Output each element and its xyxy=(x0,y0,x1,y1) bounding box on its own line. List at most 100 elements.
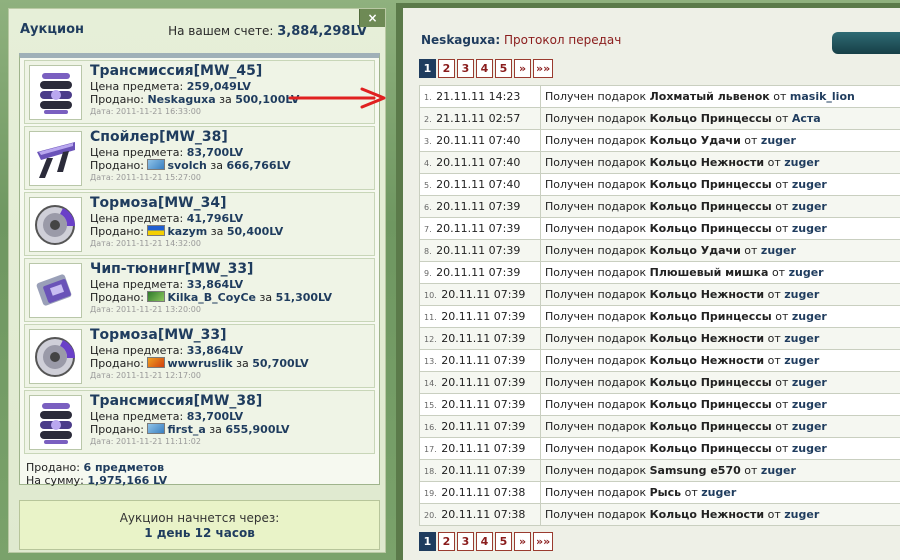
sender-link[interactable]: zuger xyxy=(784,288,819,301)
page-link[interactable]: 1 xyxy=(419,59,436,78)
received-label: Получен подарок xyxy=(545,134,647,147)
gift-name: Кольцо Принцессы xyxy=(649,376,772,389)
received-label: Получен подарок xyxy=(545,156,647,169)
from-label: от xyxy=(744,134,758,147)
page-link[interactable]: » xyxy=(514,532,531,551)
transfer-table: 1. 21.11.11 14:23 Получен подарок Лохматы… xyxy=(419,85,900,526)
page-link[interactable]: 5 xyxy=(495,59,512,78)
balance-value: 3,884,298LV xyxy=(277,24,367,39)
lot-name[interactable]: Тормоза[MW_33] xyxy=(90,327,309,344)
page-link[interactable]: 5 xyxy=(495,532,512,551)
lot-for-label: за xyxy=(210,225,224,238)
sender-link[interactable]: zuger xyxy=(701,486,736,499)
transmission-icon[interactable] xyxy=(29,65,82,120)
lot-name[interactable]: Спойлер[MW_38] xyxy=(90,129,291,146)
lot-price-label: Цена предмета: xyxy=(90,410,184,423)
gift-name: Кольцо Нежности xyxy=(649,354,765,367)
page-link[interactable]: 1 xyxy=(419,532,436,551)
lot-buyer-link[interactable]: Kilka_B_CoyCe xyxy=(167,291,256,304)
lot-buyer-link[interactable]: Neskaguxa xyxy=(147,93,215,106)
sender-link[interactable]: zuger xyxy=(792,310,827,323)
sender-link[interactable]: zuger xyxy=(761,134,796,147)
lot-name[interactable]: Трансмиссия[MW_45] xyxy=(90,63,299,80)
chip-icon[interactable] xyxy=(29,263,82,318)
gift-name: Лохматый львенок xyxy=(649,90,770,103)
page-link[interactable]: 3 xyxy=(457,59,474,78)
lot-item[interactable]: Чип-тюнинг[MW_33] Цена предмета: 33,864LV… xyxy=(24,258,375,322)
sender-link[interactable]: zuger xyxy=(784,332,819,345)
lot-price-label: Цена предмета: xyxy=(90,344,184,357)
gift-name: Кольцо Удачи xyxy=(649,244,741,257)
lot-item[interactable]: Спойлер[MW_38] Цена предмета: 83,700LV Про… xyxy=(24,126,375,190)
lot-sold-row: Продано: svolch за 666,766LV xyxy=(90,159,291,172)
page-link[interactable]: » xyxy=(514,59,531,78)
page-link[interactable]: »» xyxy=(533,532,554,551)
brakes-icon[interactable] xyxy=(29,197,82,252)
auction-start-value: 1 день 12 часов xyxy=(144,526,255,540)
sender-link[interactable]: zuger xyxy=(784,354,819,367)
brakes-icon[interactable] xyxy=(29,329,82,384)
transmission-icon[interactable] xyxy=(29,395,82,450)
sender-link[interactable]: zuger xyxy=(761,244,796,257)
lot-buyer-link[interactable]: first_a xyxy=(167,423,205,436)
gift-name: Плюшевый мишка xyxy=(649,266,769,279)
lot-name[interactable]: Трансмиссия[MW_38] xyxy=(90,393,289,410)
sender-link[interactable]: zuger xyxy=(792,442,827,455)
table-row: 1. 21.11.11 14:23 Получен подарок Лохматы… xyxy=(419,85,900,108)
sender-link[interactable]: zuger xyxy=(784,156,819,169)
from-label: от xyxy=(775,200,789,213)
lot-item[interactable]: Тормоза[MW_34] Цена предмета: 41,796LV Про… xyxy=(24,192,375,256)
lot-info: Трансмиссия[MW_45] Цена предмета: 259,049… xyxy=(90,63,299,117)
lot-list: Трансмиссия[MW_45] Цена предмета: 259,049… xyxy=(19,53,380,487)
from-label: от xyxy=(767,288,781,301)
sender-link[interactable]: zuger xyxy=(792,200,827,213)
summary-sold-label: Продано: xyxy=(26,461,80,474)
page-link[interactable]: 2 xyxy=(438,532,455,551)
page-link[interactable]: 3 xyxy=(457,532,474,551)
lot-info: Трансмиссия[MW_38] Цена предмета: 83,700L… xyxy=(90,393,289,447)
lot-name[interactable]: Тормоза[MW_34] xyxy=(90,195,283,212)
lot-buyer-link[interactable]: svolch xyxy=(167,159,206,172)
lot-amount: 51,300LV xyxy=(275,291,333,304)
sender-link[interactable]: zuger xyxy=(792,222,827,235)
from-label: от xyxy=(744,464,758,477)
page-link[interactable]: 4 xyxy=(476,532,493,551)
lot-buyer-link[interactable]: kazym xyxy=(167,225,207,238)
row-event-cell: Получен подарок Плюшевый мишка от zuger xyxy=(540,261,900,284)
sender-link[interactable]: zuger xyxy=(792,178,827,191)
page-link[interactable]: 2 xyxy=(438,59,455,78)
panel-tab-button[interactable] xyxy=(832,32,900,54)
received-label: Получен подарок xyxy=(545,420,647,433)
row-datetime: 20.11.11 07:39 xyxy=(441,398,526,411)
sender-link[interactable]: zuger xyxy=(784,508,819,521)
lot-sold-row: Продано: Neskaguxa за 500,100LV xyxy=(90,93,299,106)
sender-link[interactable]: zuger xyxy=(792,376,827,389)
sender-link[interactable]: zuger xyxy=(761,464,796,477)
spoiler-icon[interactable] xyxy=(29,131,82,186)
lot-price-label: Цена предмета: xyxy=(90,80,184,93)
received-label: Получен подарок xyxy=(545,266,647,279)
sender-link[interactable]: Аста xyxy=(792,112,821,125)
sender-link[interactable]: zuger xyxy=(792,398,827,411)
page-link[interactable]: 4 xyxy=(476,59,493,78)
gift-name: Рысь xyxy=(649,486,682,499)
transfer-log-panel: Neskaguxa: Протокол передач 1 2 3 4 5»»» 1. … xyxy=(396,3,900,560)
transfer-log-title: Neskaguxa: Протокол передач xyxy=(421,33,622,47)
lot-sold-row: Продано: Kilka_B_CoyCe за 51,300LV xyxy=(90,291,332,304)
page-link[interactable]: »» xyxy=(533,59,554,78)
close-button[interactable]: × xyxy=(359,9,385,27)
row-datetime-cell: 2. 21.11.11 02:57 xyxy=(419,107,541,130)
gift-name: Кольцо Принцессы xyxy=(649,112,772,125)
lot-date-label: Дата: xyxy=(90,173,114,182)
lot-buyer-link[interactable]: wwwruslik xyxy=(167,357,232,370)
lot-item[interactable]: Трансмиссия[MW_38] Цена предмета: 83,700L… xyxy=(24,390,375,454)
lot-for-label: за xyxy=(236,357,249,370)
sender-link[interactable]: zuger xyxy=(789,266,824,279)
lot-for-label: за xyxy=(209,423,222,436)
from-label: от xyxy=(767,156,781,169)
lot-name[interactable]: Чип-тюнинг[MW_33] xyxy=(90,261,332,278)
row-datetime: 20.11.11 07:39 xyxy=(436,266,521,279)
lot-item[interactable]: Тормоза[MW_33] Цена предмета: 33,864LV Про… xyxy=(24,324,375,388)
sender-link[interactable]: zuger xyxy=(792,420,827,433)
sender-link[interactable]: masik_lion xyxy=(790,90,855,103)
